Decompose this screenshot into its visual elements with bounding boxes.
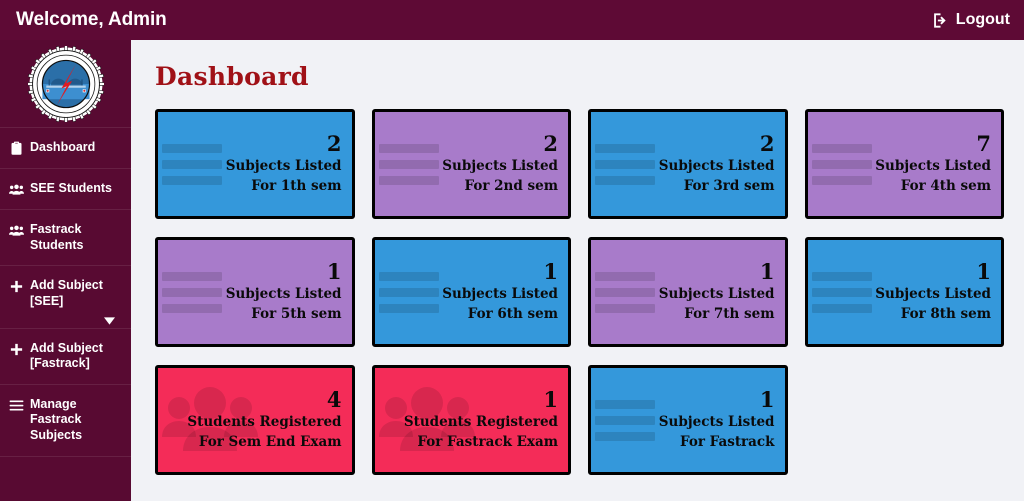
stat-card-body: 2 Subjects Listed For 3rd sem — [658, 130, 785, 196]
stat-card-line-2: For Sem End Exam — [198, 433, 342, 450]
stat-card-line-1: Subjects Listed — [658, 286, 775, 302]
stat-card-8[interactable]: 1 Subjects Listed For 8th sem — [804, 237, 1004, 347]
stat-card-body: 1 Subjects Listed For 7th sem — [658, 258, 785, 324]
stat-card-body: 1 Subjects Listed For Fastrack — [658, 386, 785, 452]
stat-card-body: 1 Students Registered For Fastrack Exam — [403, 386, 568, 452]
stat-card-4[interactable]: 7 Subjects Listed For 4th sem — [804, 109, 1004, 219]
logout-button[interactable]: Logout — [932, 11, 1010, 29]
stat-card-value: 4 — [326, 386, 342, 412]
stat-card-value: 1 — [759, 258, 775, 284]
stat-card-line-1: Subjects Listed — [875, 286, 991, 302]
stat-card-line-1: Subjects Listed — [875, 158, 991, 174]
sidebar-item-dashboard[interactable]: Dashboard — [0, 128, 131, 169]
stat-card-body: 1 Subjects Listed For 5th sem — [225, 258, 352, 324]
stat-card-line-2: For Fastrack — [679, 433, 775, 450]
stat-card-line-2: For 2nd sem — [464, 177, 559, 194]
list-lines-icon — [811, 268, 880, 316]
stat-card-3[interactable]: 2 Subjects Listed For 3rd sem — [588, 109, 788, 219]
stat-card-line-1: Subjects Listed — [658, 414, 775, 430]
sidebar-item-fastrack-students[interactable]: Fastrack Students — [0, 210, 131, 267]
stat-card-body: 1 Subjects Listed For 8th sem — [875, 258, 1001, 324]
sidebar-item-label: Add Subject [SEE] — [30, 278, 103, 308]
stat-card-6[interactable]: 1 Subjects Listed For 6th sem — [371, 237, 571, 347]
dashboard-app: Welcome, Admin Logout Dashboard SEE Stud… — [0, 0, 1024, 501]
stat-card-7[interactable]: 1 Subjects Listed For 7th sem — [588, 237, 788, 347]
stat-card-1[interactable]: 2 Subjects Listed For 1th sem — [155, 109, 355, 219]
stat-card-body: 2 Subjects Listed For 2nd sem — [442, 130, 568, 196]
list-lines-icon — [595, 396, 663, 444]
sidebar: Dashboard SEE Students Fastrack Students… — [0, 40, 131, 501]
stat-card-body: 7 Subjects Listed For 4th sem — [875, 130, 1001, 196]
stat-card-body: 1 Subjects Listed For 6th sem — [442, 258, 568, 324]
stat-card-line-1: Subjects Listed — [658, 158, 775, 174]
sidebar-item-manage-fastrack-subjects[interactable]: Manage Fastrack Subjects — [0, 385, 131, 457]
list-lines-icon — [595, 268, 663, 316]
stat-card-line-2: For 5th sem — [251, 305, 342, 322]
stat-card-body: 2 Subjects Listed For 1th sem — [225, 130, 352, 196]
stat-card-line-2: For 4th sem — [900, 177, 991, 194]
stat-card-value: 1 — [759, 386, 775, 412]
users-icon — [9, 181, 24, 197]
stat-card-value: 7 — [976, 130, 991, 156]
list-lines-icon — [378, 268, 447, 316]
top-header-bar: Welcome, Admin Logout — [0, 0, 1024, 40]
list-lines-icon — [162, 140, 230, 188]
plus-icon — [9, 278, 24, 294]
list-lines-icon — [811, 140, 880, 188]
logout-label: Logout — [955, 11, 1010, 28]
stat-card-value: 2 — [759, 130, 775, 156]
stat-card-line-1: Subjects Listed — [442, 158, 558, 174]
list-lines-icon — [162, 268, 230, 316]
welcome-title: Welcome, Admin — [16, 9, 167, 30]
users-icon — [9, 222, 24, 238]
sidebar-item-label: Add Subject [Fastrack] — [30, 340, 103, 371]
stat-card-line-2: For 1th sem — [251, 177, 342, 194]
sidebar-item-label: Fastrack Students — [30, 222, 84, 252]
stat-card-line-2: For 6th sem — [467, 305, 558, 322]
stat-card-line-1: Students Registered — [403, 414, 558, 430]
sidebar-logo[interactable] — [0, 40, 131, 128]
stat-card-value: 1 — [543, 258, 558, 284]
stat-card-value: 2 — [543, 130, 558, 156]
stat-card-line-1: Subjects Listed — [225, 158, 342, 174]
college-emblem-logo — [27, 45, 104, 122]
sidebar-item-add-subject-fastrack[interactable]: Add Subject [Fastrack] — [0, 329, 131, 385]
sidebar-item-label: Manage Fastrack Subjects — [30, 396, 83, 442]
stat-card-value: 1 — [326, 258, 342, 284]
sidebar-item-label: Dashboard — [30, 140, 96, 154]
stat-card-9[interactable]: 4 Students Registered For Sem End Exam — [155, 365, 355, 475]
list-lines-icon — [378, 140, 447, 188]
stat-card-grid: 2 Subjects Listed For 1th sem 2 Subjects… — [155, 109, 1004, 475]
stat-card-line-1: Subjects Listed — [442, 286, 558, 302]
stat-card-value: 2 — [326, 130, 342, 156]
sidebar-item-see-students[interactable]: SEE Students — [0, 169, 131, 210]
stat-card-line-1: Subjects Listed — [225, 286, 342, 302]
stat-card-line-2: For 3rd sem — [683, 177, 775, 194]
page-title: Dashboard — [155, 62, 309, 91]
clipboard-icon — [9, 140, 24, 156]
stat-card-body: 4 Students Registered For Sem End Exam — [187, 386, 351, 452]
stat-card-10[interactable]: 1 Students Registered For Fastrack Exam — [371, 365, 571, 475]
stat-card-line-2: For Fastrack Exam — [417, 433, 558, 450]
stat-card-line-2: For 8th sem — [900, 305, 991, 322]
main-content: Dashboard 2 Subjects Listed For 1th sem … — [131, 40, 1024, 501]
stat-card-2[interactable]: 2 Subjects Listed For 2nd sem — [371, 109, 571, 219]
stat-card-line-1: Students Registered — [187, 414, 342, 430]
sign-out-icon — [932, 12, 949, 29]
plus-icon — [9, 341, 24, 357]
stat-card-5[interactable]: 1 Subjects Listed For 5th sem — [155, 237, 355, 347]
stat-card-line-2: For 7th sem — [684, 305, 775, 322]
stat-card-11[interactable]: 1 Subjects Listed For Fastrack — [588, 365, 788, 475]
stat-card-value: 1 — [976, 258, 991, 284]
list-lines-icon — [595, 140, 663, 188]
sidebar-item-add-subject-see[interactable]: Add Subject [SEE] — [0, 266, 131, 329]
hamburger-icon — [9, 397, 24, 413]
stat-card-value: 1 — [543, 386, 558, 412]
sidebar-item-label: SEE Students — [30, 181, 112, 195]
